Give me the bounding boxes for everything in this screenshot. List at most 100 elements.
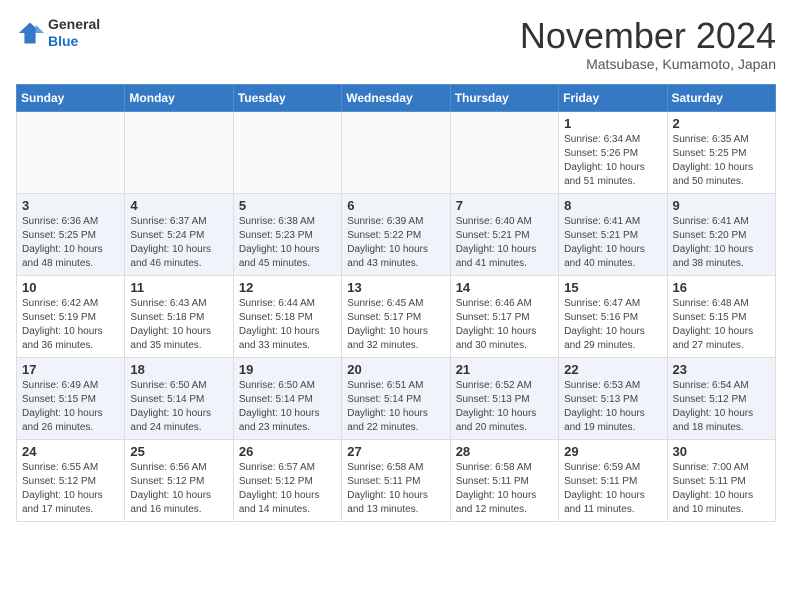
- page-header: General Blue November 2024 Matsubase, Ku…: [16, 16, 776, 72]
- day-number: 10: [22, 280, 119, 295]
- calendar-cell: 25Sunrise: 6:56 AM Sunset: 5:12 PM Dayli…: [125, 439, 233, 521]
- day-info: Sunrise: 6:52 AM Sunset: 5:13 PM Dayligh…: [456, 379, 553, 435]
- day-number: 1: [564, 116, 661, 131]
- weekday-header-row: SundayMondayTuesdayWednesdayThursdayFrid…: [17, 84, 776, 111]
- logo: General Blue: [16, 16, 100, 50]
- calendar-cell: 6Sunrise: 6:39 AM Sunset: 5:22 PM Daylig…: [342, 193, 450, 275]
- location-subtitle: Matsubase, Kumamoto, Japan: [520, 56, 776, 72]
- logo-blue: Blue: [48, 33, 78, 49]
- weekday-header-thursday: Thursday: [450, 84, 558, 111]
- calendar-cell: 29 Sunrise: 6:59 AM Sunset: 5:11 PM Dayli…: [559, 439, 667, 521]
- day-number: 24: [22, 444, 119, 459]
- calendar-cell: 30Sunrise: 7:00 AM Sunset: 5:11 PM Dayli…: [667, 439, 775, 521]
- day-number: 16: [673, 280, 770, 295]
- calendar-cell: 27 Sunrise: 6:58 AM Sunset: 5:11 PM Dayli…: [342, 439, 450, 521]
- calendar-week-row: 10 Sunrise: 6:42 AM Sunset: 5:19 PM Dayli…: [17, 275, 776, 357]
- calendar-week-row: 1 Sunrise: 6:34 AM Sunset: 5:26 PM Daylig…: [17, 111, 776, 193]
- calendar-cell: 10 Sunrise: 6:42 AM Sunset: 5:19 PM Dayli…: [17, 275, 125, 357]
- calendar-cell: 4 Sunrise: 6:37 AM Sunset: 5:24 PM Daylig…: [125, 193, 233, 275]
- title-block: November 2024 Matsubase, Kumamoto, Japan: [520, 16, 776, 72]
- day-number: 29: [564, 444, 661, 459]
- calendar-cell: 15 Sunrise: 6:47 AM Sunset: 5:16 PM Dayli…: [559, 275, 667, 357]
- day-info: Sunrise: 6:34 AM Sunset: 5:26 PM Dayligh…: [564, 133, 661, 189]
- day-number: 2: [673, 116, 770, 131]
- day-number: 15: [564, 280, 661, 295]
- calendar-cell: 2 Sunrise: 6:35 AM Sunset: 5:25 PM Daylig…: [667, 111, 775, 193]
- day-info: Sunrise: 6:47 AM Sunset: 5:16 PM Dayligh…: [564, 297, 661, 353]
- day-info: Sunrise: 6:51 AM Sunset: 5:14 PM Dayligh…: [347, 379, 444, 435]
- day-number: 4: [130, 198, 227, 213]
- calendar-cell: 16 Sunrise: 6:48 AM Sunset: 5:15 PM Dayli…: [667, 275, 775, 357]
- calendar-cell: 18 Sunrise: 6:50 AM Sunset: 5:14 PM Dayli…: [125, 357, 233, 439]
- calendar-cell: 3Sunrise: 6:36 AM Sunset: 5:25 PM Daylig…: [17, 193, 125, 275]
- day-info: Sunrise: 6:37 AM Sunset: 5:24 PM Dayligh…: [130, 215, 227, 271]
- calendar-cell: 7Sunrise: 6:40 AM Sunset: 5:21 PM Daylig…: [450, 193, 558, 275]
- calendar-cell: 24 Sunrise: 6:55 AM Sunset: 5:12 PM Dayli…: [17, 439, 125, 521]
- day-info: Sunrise: 6:39 AM Sunset: 5:22 PM Dayligh…: [347, 215, 444, 271]
- calendar-cell: 9 Sunrise: 6:41 AM Sunset: 5:20 PM Daylig…: [667, 193, 775, 275]
- day-info: Sunrise: 6:42 AM Sunset: 5:19 PM Dayligh…: [22, 297, 119, 353]
- day-info: Sunrise: 6:49 AM Sunset: 5:15 PM Dayligh…: [22, 379, 119, 435]
- day-number: 7: [456, 198, 553, 213]
- day-info: Sunrise: 6:58 AM Sunset: 5:11 PM Dayligh…: [347, 461, 444, 517]
- day-number: 19: [239, 362, 336, 377]
- day-info: Sunrise: 6:53 AM Sunset: 5:13 PM Dayligh…: [564, 379, 661, 435]
- day-info: Sunrise: 6:50 AM Sunset: 5:14 PM Dayligh…: [130, 379, 227, 435]
- calendar-week-row: 17 Sunrise: 6:49 AM Sunset: 5:15 PM Dayli…: [17, 357, 776, 439]
- day-number: 27: [347, 444, 444, 459]
- calendar-week-row: 3Sunrise: 6:36 AM Sunset: 5:25 PM Daylig…: [17, 193, 776, 275]
- month-title: November 2024: [520, 16, 776, 56]
- weekday-header-wednesday: Wednesday: [342, 84, 450, 111]
- weekday-header-tuesday: Tuesday: [233, 84, 341, 111]
- day-info: Sunrise: 7:00 AM Sunset: 5:11 PM Dayligh…: [673, 461, 770, 517]
- calendar-cell: 20Sunrise: 6:51 AM Sunset: 5:14 PM Dayli…: [342, 357, 450, 439]
- calendar-table: SundayMondayTuesdayWednesdayThursdayFrid…: [16, 84, 776, 522]
- day-number: 13: [347, 280, 444, 295]
- day-number: 8: [564, 198, 661, 213]
- day-number: 22: [564, 362, 661, 377]
- day-info: Sunrise: 6:57 AM Sunset: 5:12 PM Dayligh…: [239, 461, 336, 517]
- day-info: Sunrise: 6:50 AM Sunset: 5:14 PM Dayligh…: [239, 379, 336, 435]
- day-info: Sunrise: 6:56 AM Sunset: 5:12 PM Dayligh…: [130, 461, 227, 517]
- weekday-header-friday: Friday: [559, 84, 667, 111]
- calendar-cell: [342, 111, 450, 193]
- day-number: 11: [130, 280, 227, 295]
- calendar-cell: [125, 111, 233, 193]
- calendar-cell: [450, 111, 558, 193]
- day-info: Sunrise: 6:45 AM Sunset: 5:17 PM Dayligh…: [347, 297, 444, 353]
- day-number: 17: [22, 362, 119, 377]
- day-info: Sunrise: 6:35 AM Sunset: 5:25 PM Dayligh…: [673, 133, 770, 189]
- calendar-cell: 26 Sunrise: 6:57 AM Sunset: 5:12 PM Dayli…: [233, 439, 341, 521]
- calendar-cell: 17 Sunrise: 6:49 AM Sunset: 5:15 PM Dayli…: [17, 357, 125, 439]
- calendar-cell: 21 Sunrise: 6:52 AM Sunset: 5:13 PM Dayli…: [450, 357, 558, 439]
- calendar-cell: 5Sunrise: 6:38 AM Sunset: 5:23 PM Daylig…: [233, 193, 341, 275]
- calendar-cell: [233, 111, 341, 193]
- calendar-cell: 23 Sunrise: 6:54 AM Sunset: 5:12 PM Dayli…: [667, 357, 775, 439]
- day-number: 28: [456, 444, 553, 459]
- day-number: 23: [673, 362, 770, 377]
- weekday-header-monday: Monday: [125, 84, 233, 111]
- day-number: 14: [456, 280, 553, 295]
- logo-general: General: [48, 16, 100, 32]
- day-info: Sunrise: 6:46 AM Sunset: 5:17 PM Dayligh…: [456, 297, 553, 353]
- day-info: Sunrise: 6:48 AM Sunset: 5:15 PM Dayligh…: [673, 297, 770, 353]
- day-number: 21: [456, 362, 553, 377]
- day-number: 3: [22, 198, 119, 213]
- calendar-week-row: 24 Sunrise: 6:55 AM Sunset: 5:12 PM Dayli…: [17, 439, 776, 521]
- day-number: 26: [239, 444, 336, 459]
- day-number: 18: [130, 362, 227, 377]
- day-info: Sunrise: 6:55 AM Sunset: 5:12 PM Dayligh…: [22, 461, 119, 517]
- calendar-cell: [17, 111, 125, 193]
- day-info: Sunrise: 6:59 AM Sunset: 5:11 PM Dayligh…: [564, 461, 661, 517]
- logo-icon: [16, 19, 44, 47]
- calendar-cell: 1 Sunrise: 6:34 AM Sunset: 5:26 PM Daylig…: [559, 111, 667, 193]
- calendar-cell: 12Sunrise: 6:44 AM Sunset: 5:18 PM Dayli…: [233, 275, 341, 357]
- weekday-header-sunday: Sunday: [17, 84, 125, 111]
- day-info: Sunrise: 6:41 AM Sunset: 5:20 PM Dayligh…: [673, 215, 770, 271]
- day-info: Sunrise: 6:38 AM Sunset: 5:23 PM Dayligh…: [239, 215, 336, 271]
- calendar-cell: 19 Sunrise: 6:50 AM Sunset: 5:14 PM Dayli…: [233, 357, 341, 439]
- day-number: 9: [673, 198, 770, 213]
- weekday-header-saturday: Saturday: [667, 84, 775, 111]
- calendar-cell: 11Sunrise: 6:43 AM Sunset: 5:18 PM Dayli…: [125, 275, 233, 357]
- day-info: Sunrise: 6:54 AM Sunset: 5:12 PM Dayligh…: [673, 379, 770, 435]
